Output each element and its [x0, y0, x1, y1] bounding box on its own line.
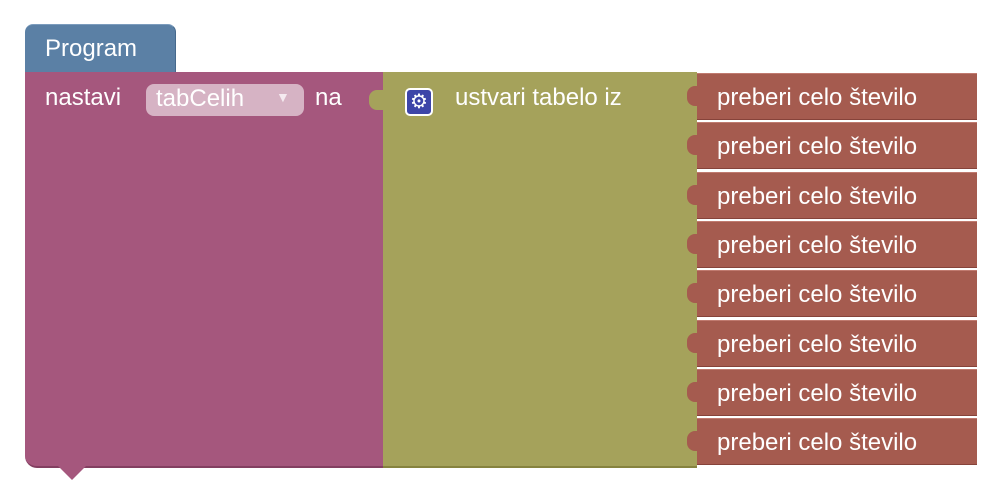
list-connector	[369, 90, 383, 110]
item-connector	[687, 135, 697, 156]
read-integer-label: preberi celo število	[717, 133, 918, 161]
program-hat-block[interactable]: Program	[25, 24, 176, 76]
read-integer-label: preberi celo število	[717, 330, 918, 358]
read-integer-label: preberi celo število	[717, 231, 918, 259]
set-variable-block[interactable]: nastavi tabCelih ▼ na	[25, 72, 385, 480]
read-integer-block[interactable]: preberi celo število	[687, 220, 977, 268]
read-integer-label: preberi celo število	[717, 182, 918, 210]
read-integer-block[interactable]: preberi celo število	[687, 122, 977, 170]
create-list-block[interactable]: ⚙ ustvari tabelo iz	[369, 72, 697, 468]
read-integer-label: preberi celo število	[717, 281, 918, 309]
read-integer-block[interactable]: preberi celo število	[687, 73, 977, 120]
item-connector	[687, 184, 697, 205]
read-integer-block[interactable]: preberi celo število	[687, 171, 977, 219]
item-connector	[687, 381, 697, 402]
read-integer-block[interactable]: preberi celo število	[687, 418, 977, 466]
read-integer-block[interactable]: preberi celo število	[687, 319, 977, 367]
read-integer-label: preberi celo število	[717, 429, 918, 457]
variable-dropdown[interactable]: tabCelih ▼	[146, 84, 304, 116]
item-connector	[687, 332, 697, 353]
set-suffix-label: na	[315, 84, 342, 111]
read-integer-label: preberi celo število	[717, 379, 918, 407]
read-integer-block[interactable]: preberi celo število	[687, 368, 977, 416]
gear-icon[interactable]: ⚙	[405, 88, 433, 116]
item-connector	[687, 233, 697, 254]
set-prefix-label: nastavi	[45, 84, 122, 111]
item-connector	[687, 86, 697, 106]
create-list-label: ustvari tabelo iz	[455, 84, 622, 111]
read-integer-block[interactable]: preberi celo število	[687, 270, 977, 318]
read-integer-label: preberi celo število	[717, 84, 918, 111]
variable-name: tabCelih	[156, 85, 245, 112]
dropdown-arrow-icon: ▼	[276, 89, 290, 105]
program-label: Program	[45, 35, 138, 62]
item-connector	[687, 431, 697, 452]
item-connector	[687, 283, 697, 304]
